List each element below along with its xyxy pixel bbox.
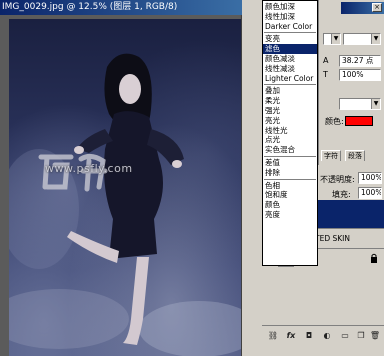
menu-separator [264,178,316,180]
opacity-label: 不透明度: [320,175,355,184]
selected-layer-row[interactable] [318,200,384,228]
blend-mode-item[interactable]: 叠加 [263,86,317,96]
blend-mode-item[interactable]: 亮度 [263,210,317,220]
text-color-swatch[interactable] [345,116,373,126]
blend-mode-item[interactable]: 线性减淡 [263,64,317,74]
mask-icon[interactable]: ◘ [302,330,316,342]
blend-mode-item[interactable]: 颜色减淡 [263,54,317,64]
close-icon[interactable]: × [372,3,382,12]
blend-mode-item[interactable]: 强光 [263,106,317,116]
character-panel-titlebar[interactable]: × [341,2,384,14]
blend-mode-item[interactable]: 色相 [263,181,317,191]
blend-mode-item[interactable]: 亮光 [263,116,317,126]
blend-mode-item[interactable]: 点光 [263,135,317,145]
lock-icon [371,253,377,263]
fill-label: 填充: [332,190,351,199]
fx-icon[interactable]: fx [284,330,298,342]
blend-mode-item[interactable]: 变亮 [263,34,317,44]
menu-separator [264,155,316,157]
blend-mode-item[interactable]: 排除 [263,168,317,178]
blend-mode-item[interactable]: 柔光 [263,96,317,106]
scale-field[interactable]: 100% [339,69,381,81]
trash-icon[interactable]: 🗑 [368,330,382,342]
link-icon[interactable]: ⛓ [266,330,280,342]
document-title[interactable]: IMG_0029.jpg @ 12.5% (图层 1, RGB/8) [0,0,242,15]
blend-mode-item[interactable]: 差值 [263,158,317,168]
canvas[interactable]: www.psfly.com [9,19,241,356]
tab-character[interactable]: 字符 [321,150,341,161]
color-label: 颜色: [325,117,344,126]
blend-mode-item[interactable]: 颜色加深 [263,2,317,12]
layers-footer: ⛓ fx ◘ ◐ ▭ ❐ 🗑 [262,325,384,356]
blend-mode-item[interactable]: 线性加深 [263,12,317,22]
blend-mode-menu[interactable]: 颜色加深 线性加深 Darker Color 变亮 滤色 颜色减淡 线性减淡 Lighter … [262,0,318,266]
folder-icon[interactable]: ▭ [338,330,352,342]
blend-mode-item[interactable]: Lighter Color [263,74,317,84]
fill-field[interactable]: 100% [358,187,382,199]
document-window: IMG_0029.jpg @ 12.5% (图层 1, RGB/8) www.p… [0,0,242,356]
new-layer-icon[interactable]: ❐ [354,330,368,342]
character-panel: × ▼ ▼ A 38.27 点 T 100% ▼ 颜色: 字符 段落 [318,0,384,165]
blend-mode-item[interactable]: 颜色 [263,200,317,210]
blend-mode-item[interactable]: 线性光 [263,126,317,136]
watermark-text: www.psfly.com [45,162,133,175]
blend-mode-item[interactable]: 实色混合 [263,145,317,155]
opacity-field[interactable]: 100% [358,172,382,184]
blend-mode-item[interactable]: 饱和度 [263,190,317,200]
tab-paragraph[interactable]: 段落 [345,150,365,161]
menu-separator [264,84,316,86]
blend-mode-item[interactable]: 滤色 [263,44,317,54]
vertical-scale-icon: T [323,70,328,79]
font-family-dropdown[interactable]: ▼ [323,33,341,45]
blend-mode-item[interactable]: Darker Color [263,22,317,32]
adjustment-icon[interactable]: ◐ [320,330,334,342]
font-style-dropdown[interactable]: ▼ [343,33,381,45]
font-size-icon: A [323,56,329,65]
language-dropdown[interactable]: ▼ [339,98,381,110]
font-size-field[interactable]: 38.27 点 [339,55,381,67]
menu-separator [264,32,316,34]
